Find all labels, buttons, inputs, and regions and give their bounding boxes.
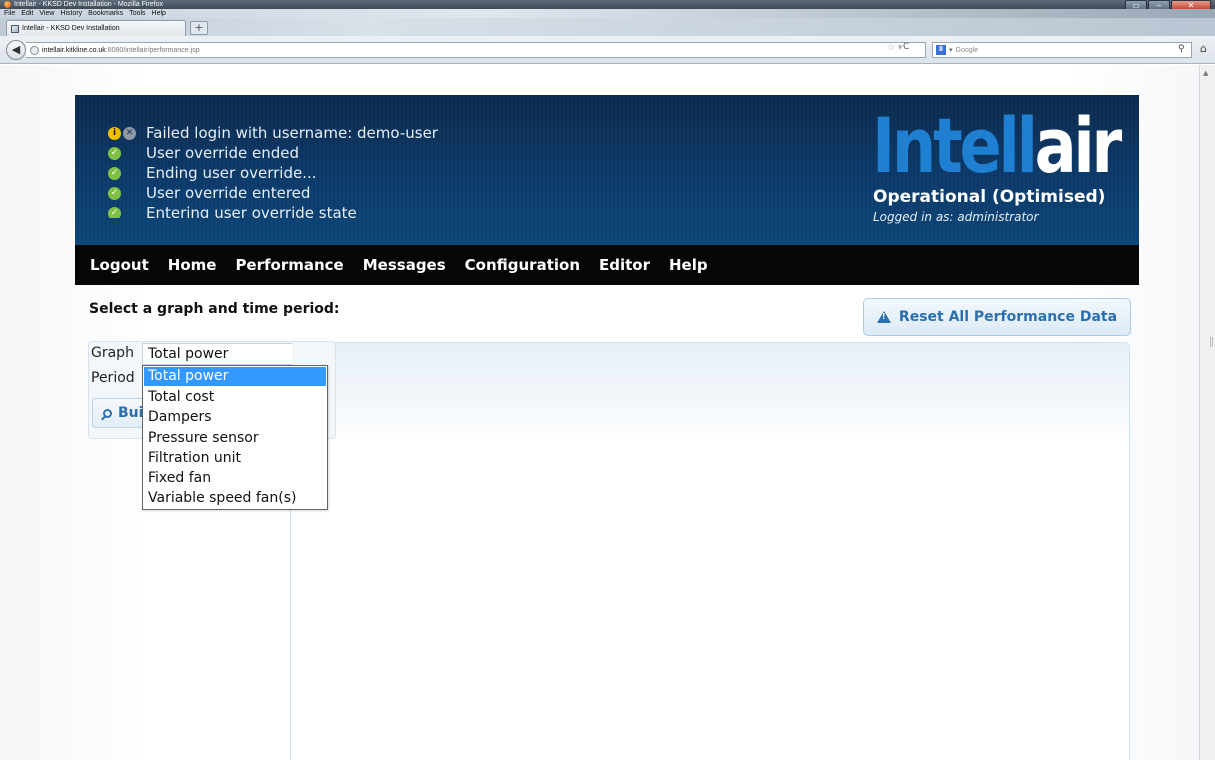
menu-edit[interactable]: Edit: [21, 9, 33, 18]
scroll-up-icon[interactable]: ▲: [1203, 69, 1208, 77]
new-tab-button[interactable]: +: [190, 21, 208, 35]
browser-tabbar: Intellair - KKSD Dev Installation +: [0, 18, 1215, 36]
graph-option-filtration-unit[interactable]: Filtration unit: [143, 448, 327, 468]
graph-panel: [290, 342, 1130, 760]
window-title-text: Intellair - KKSD Dev Installation - Mozi…: [14, 1, 163, 8]
url-host: intellair.kitkline.co.uk: [42, 46, 106, 54]
system-status: Operational (Optimised): [873, 187, 1106, 207]
window-title: Intellair - KKSD Dev Installation - Mozi…: [4, 0, 163, 9]
nav-configuration[interactable]: Configuration: [465, 256, 580, 274]
period-label: Period: [91, 370, 135, 386]
menu-history[interactable]: History: [60, 9, 82, 18]
graph-option-dampers[interactable]: Dampers: [143, 407, 327, 427]
vertical-scrollbar[interactable]: ▲: [1199, 65, 1215, 760]
browser-menubar: File Edit View History Bookmarks Tools H…: [0, 9, 1215, 18]
section-title: Select a graph and time period:: [89, 301, 340, 317]
reset-button-label: Reset All Performance Data: [898, 309, 1118, 325]
reload-icon[interactable]: C: [903, 42, 909, 52]
url-path: :8080/intellair/performance.jsp: [105, 46, 200, 54]
message-text: Failed login with username: demo-user: [146, 124, 438, 142]
check-icon: ✓: [108, 186, 121, 200]
search-bar[interactable]: 8 ▾ Google: [932, 42, 1192, 58]
message-text: User override ended: [146, 144, 300, 162]
graph-option-total-power[interactable]: Total power: [144, 367, 326, 386]
graph-label: Graph: [91, 345, 134, 361]
check-icon: ✓: [108, 146, 121, 160]
nav-messages[interactable]: Messages: [363, 256, 446, 274]
search-icon[interactable]: ⚲: [1178, 44, 1185, 54]
nav-editor[interactable]: Editor: [599, 256, 650, 274]
info-icon: i: [108, 126, 121, 140]
intellair-app: i ✕ Failed login with username: demo-use…: [75, 95, 1139, 760]
magnifier-icon: [103, 409, 112, 418]
message-log: i ✕ Failed login with username: demo-use…: [108, 123, 608, 218]
check-icon: ✓: [108, 206, 121, 218]
reset-performance-data-button[interactable]: Reset All Performance Data: [863, 298, 1131, 336]
browser-tab-active[interactable]: Intellair - KKSD Dev Installation: [6, 20, 186, 36]
menu-help[interactable]: Help: [152, 9, 166, 18]
check-icon: ✓: [108, 166, 121, 180]
favicon-icon: [11, 24, 19, 33]
graph-select[interactable]: Total power: [142, 343, 292, 365]
site-identity-icon: [30, 45, 39, 55]
main-nav: Logout Home Performance Messages Configu…: [75, 245, 1139, 285]
browser-navbar: ◀ intellair.kitkline.co.uk:8080/intellai…: [0, 36, 1215, 64]
nav-help[interactable]: Help: [669, 256, 708, 274]
nav-performance[interactable]: Performance: [235, 256, 343, 274]
graph-option-variable-speed-fans[interactable]: Variable speed fan(s): [143, 488, 327, 508]
home-icon[interactable]: ⌂: [1200, 42, 1207, 55]
message-item: ✓ Entering user override state: [108, 203, 608, 218]
menu-bookmarks[interactable]: Bookmarks: [88, 9, 123, 18]
nav-home[interactable]: Home: [168, 256, 217, 274]
message-item: ✓ User override entered: [108, 183, 608, 203]
menu-file[interactable]: File: [4, 9, 15, 18]
error-icon[interactable]: ✕: [123, 126, 136, 140]
message-text: Ending user override...: [146, 164, 317, 182]
bookmark-star-icon[interactable]: ☆ ▾: [887, 43, 902, 53]
graph-dropdown-list[interactable]: Total power Total cost Dampers Pressure …: [142, 365, 328, 510]
search-placeholder: Google: [955, 46, 979, 54]
warning-icon: [876, 311, 891, 323]
graph-option-pressure-sensor[interactable]: Pressure sensor: [143, 428, 327, 448]
firefox-logo-icon: [4, 1, 11, 8]
logo-part-intell: Intell: [872, 101, 1038, 190]
nav-logout[interactable]: Logout: [90, 256, 149, 274]
site-header: i ✕ Failed login with username: demo-use…: [75, 95, 1139, 245]
graph-option-total-cost[interactable]: Total cost: [143, 387, 327, 407]
back-arrow-icon[interactable]: ◀: [6, 40, 26, 60]
scrollbar-thumb[interactable]: [1210, 337, 1213, 347]
intellair-logo: Intellair: [872, 108, 1122, 184]
message-item: ✓ User override ended: [108, 143, 608, 163]
graph-option-fixed-fan[interactable]: Fixed fan: [143, 468, 327, 488]
logged-in-user: Logged in as: administrator: [873, 210, 1039, 224]
logo-part-air: air: [1034, 101, 1123, 190]
chevron-down-icon: ▾: [949, 47, 953, 54]
search-engine-icon: 8: [936, 45, 946, 55]
message-item: ✓ Ending user override...: [108, 163, 608, 183]
message-text: User override entered: [146, 184, 311, 202]
window-titlebar: Intellair - KKSD Dev Installation - Mozi…: [0, 0, 1215, 9]
menu-tools[interactable]: Tools: [129, 9, 145, 18]
message-text: Entering user override state: [146, 204, 357, 218]
url-bar[interactable]: intellair.kitkline.co.uk:8080/intellair/…: [26, 42, 926, 58]
tab-title: Intellair - KKSD Dev Installation: [22, 25, 120, 32]
menu-view[interactable]: View: [39, 9, 54, 18]
message-item: i ✕ Failed login with username: demo-use…: [108, 123, 608, 143]
